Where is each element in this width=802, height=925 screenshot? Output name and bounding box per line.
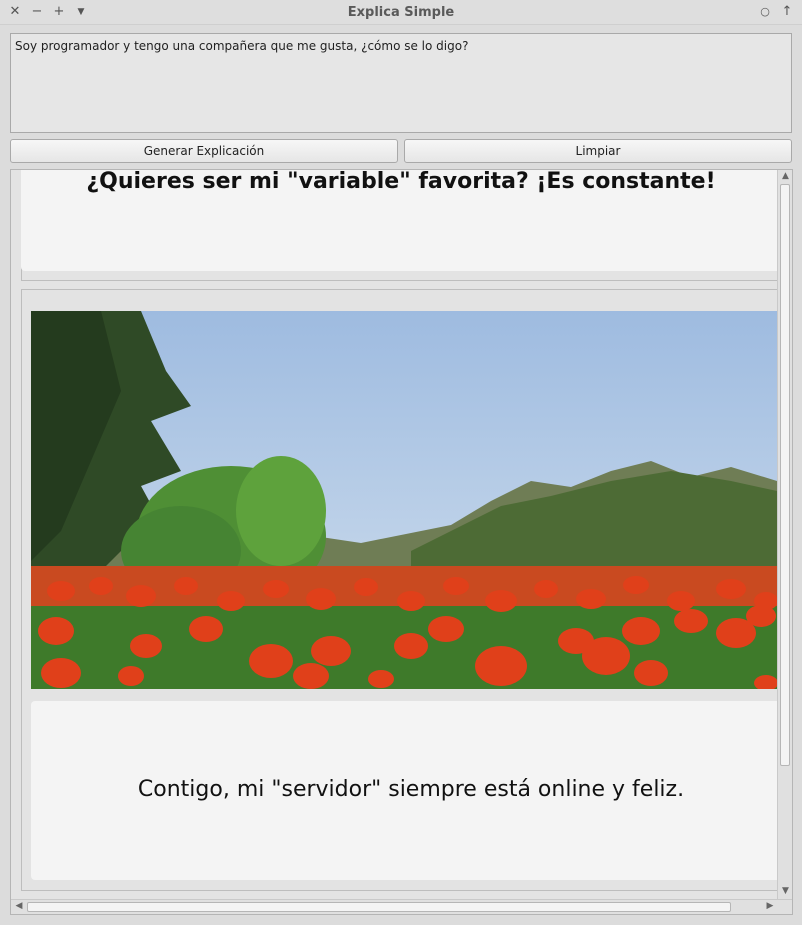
result-text: ¿Quieres ser mi "variable" favorita? ¡Es… (86, 169, 716, 194)
result-text: Contigo, mi "servidor" siempre está onli… (137, 777, 685, 802)
clear-button[interactable]: Limpiar (404, 139, 792, 163)
generate-button[interactable]: Generar Explicación (10, 139, 398, 163)
scroll-up-arrow-icon[interactable]: ▲ (778, 171, 792, 181)
scroll-left-arrow-icon[interactable]: ◀ (12, 901, 26, 911)
horizontal-scrollbar[interactable]: ◀ ▶ (11, 899, 792, 914)
result-card: ¿Quieres ser mi "variable" favorita? ¡Es… (21, 169, 791, 271)
results-scroll-pane[interactable]: ¿Quieres ser mi "variable" favorita? ¡Es… (10, 169, 793, 915)
result-card: Contigo, mi "servidor" siempre está onli… (31, 701, 791, 880)
circle-icon[interactable]: ○ (757, 4, 773, 20)
window-title: Explica Simple (347, 5, 455, 20)
title-bar: ✕ − + ▼ Explica Simple ○ ↑ (0, 0, 802, 25)
horizontal-scroll-thumb[interactable] (27, 902, 731, 912)
vertical-scrollbar[interactable]: ▲ ▼ (777, 170, 792, 899)
scroll-down-arrow-icon[interactable]: ▼ (778, 886, 792, 896)
tulip-field-image (31, 311, 777, 689)
question-textarea[interactable]: Soy programador y tengo una compañera qu… (10, 33, 792, 133)
scroll-right-arrow-icon[interactable]: ▶ (763, 901, 777, 911)
up-arrow-icon[interactable]: ↑ (779, 4, 795, 20)
vertical-scroll-thumb[interactable] (780, 184, 790, 766)
